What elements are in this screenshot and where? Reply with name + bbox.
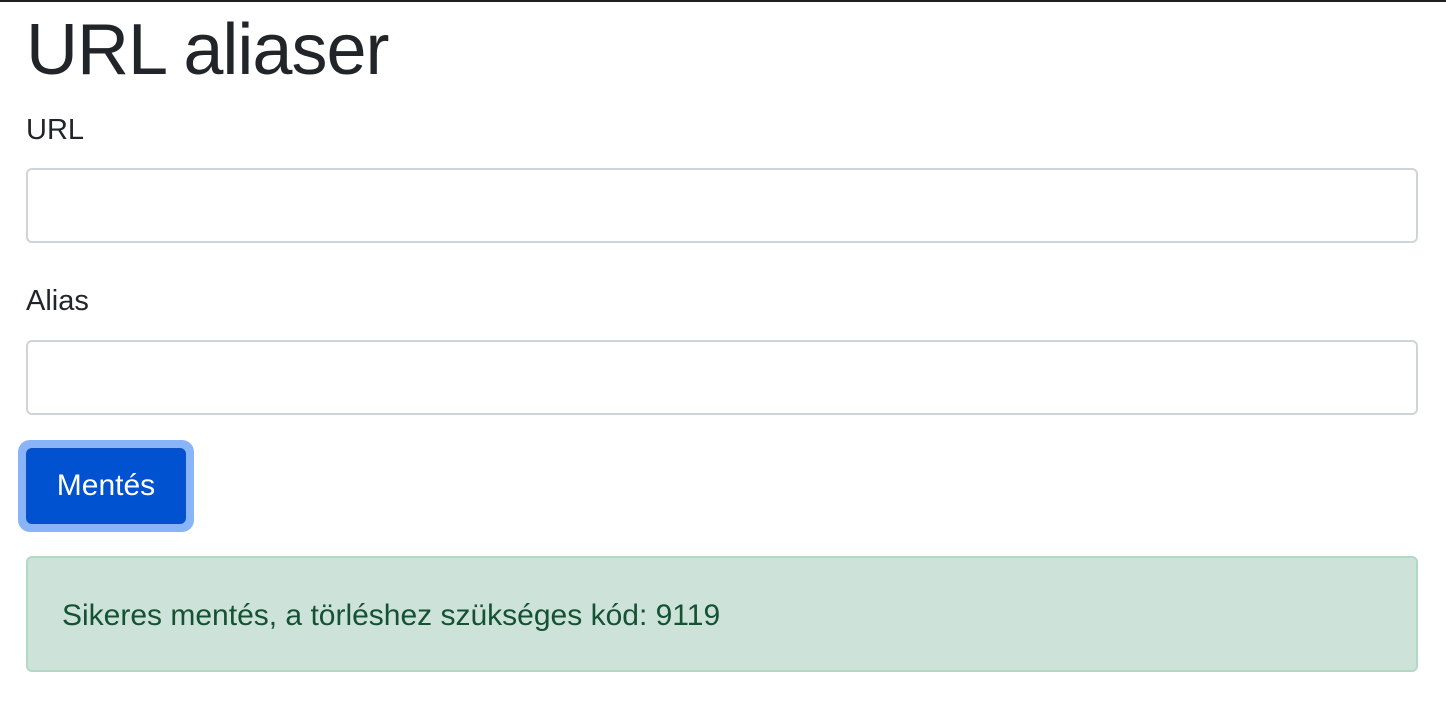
save-button-focus-ring: Mentés — [18, 440, 194, 532]
alias-input[interactable] — [26, 340, 1418, 415]
top-border — [0, 0, 1446, 2]
success-message: Sikeres mentés, a törléshez szükséges kó… — [62, 599, 721, 632]
alias-label: Alias — [26, 285, 89, 317]
save-button[interactable]: Mentés — [26, 448, 186, 524]
success-alert: Sikeres mentés, a törléshez szükséges kó… — [26, 556, 1418, 672]
url-label: URL — [26, 114, 85, 146]
url-input[interactable] — [26, 168, 1418, 243]
page-title: URL aliaser — [26, 10, 389, 90]
